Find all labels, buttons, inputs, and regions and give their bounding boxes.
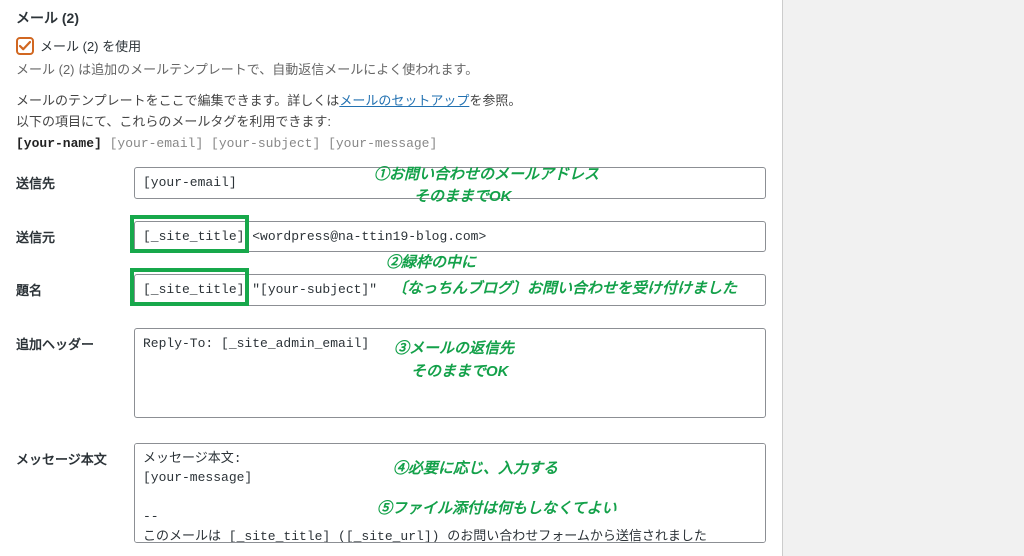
use-mail2-label: メール (2) を使用 bbox=[40, 36, 141, 55]
setup-link[interactable]: メールのセットアップ bbox=[339, 93, 469, 108]
label-body: メッセージ本文 bbox=[16, 443, 134, 468]
input-to[interactable] bbox=[134, 167, 766, 199]
input-headers[interactable]: Reply-To: [_site_admin_email] bbox=[134, 328, 766, 418]
label-to: 送信先 bbox=[16, 167, 134, 192]
mail2-description: メール (2) は追加のメールテンプレートで、自動返信メールによく使われます。 bbox=[16, 59, 766, 78]
available-mail-tags: [your-name] [your-email] [your-subject] … bbox=[16, 136, 766, 151]
check-icon bbox=[19, 40, 31, 52]
label-headers: 追加ヘッダー bbox=[16, 328, 134, 353]
mail2-panel: メール (2) メール (2) を使用 メール (2) は追加のメールテンプレー… bbox=[0, 0, 782, 556]
use-mail2-checkbox[interactable] bbox=[16, 37, 34, 55]
label-from: 送信元 bbox=[16, 221, 134, 246]
annotation-2-line1: ②緑枠の中に bbox=[386, 251, 476, 272]
label-subject: 題名 bbox=[16, 274, 134, 299]
input-from[interactable] bbox=[134, 221, 766, 253]
input-body[interactable]: メッセージ本文: [your-message] -- このメールは [_site… bbox=[134, 443, 766, 543]
intro-line-2: 以下の項目にて、これらのメールタグを利用できます: bbox=[16, 111, 766, 130]
intro-line-1: メールのテンプレートをここで編集できます。詳しくはメールのセットアップを参照。 bbox=[16, 90, 766, 109]
mail-tag-your-name[interactable]: [your-name] bbox=[16, 136, 102, 151]
right-sidebar bbox=[782, 0, 1024, 556]
section-title: メール (2) bbox=[16, 8, 766, 28]
input-subject[interactable] bbox=[134, 274, 766, 306]
